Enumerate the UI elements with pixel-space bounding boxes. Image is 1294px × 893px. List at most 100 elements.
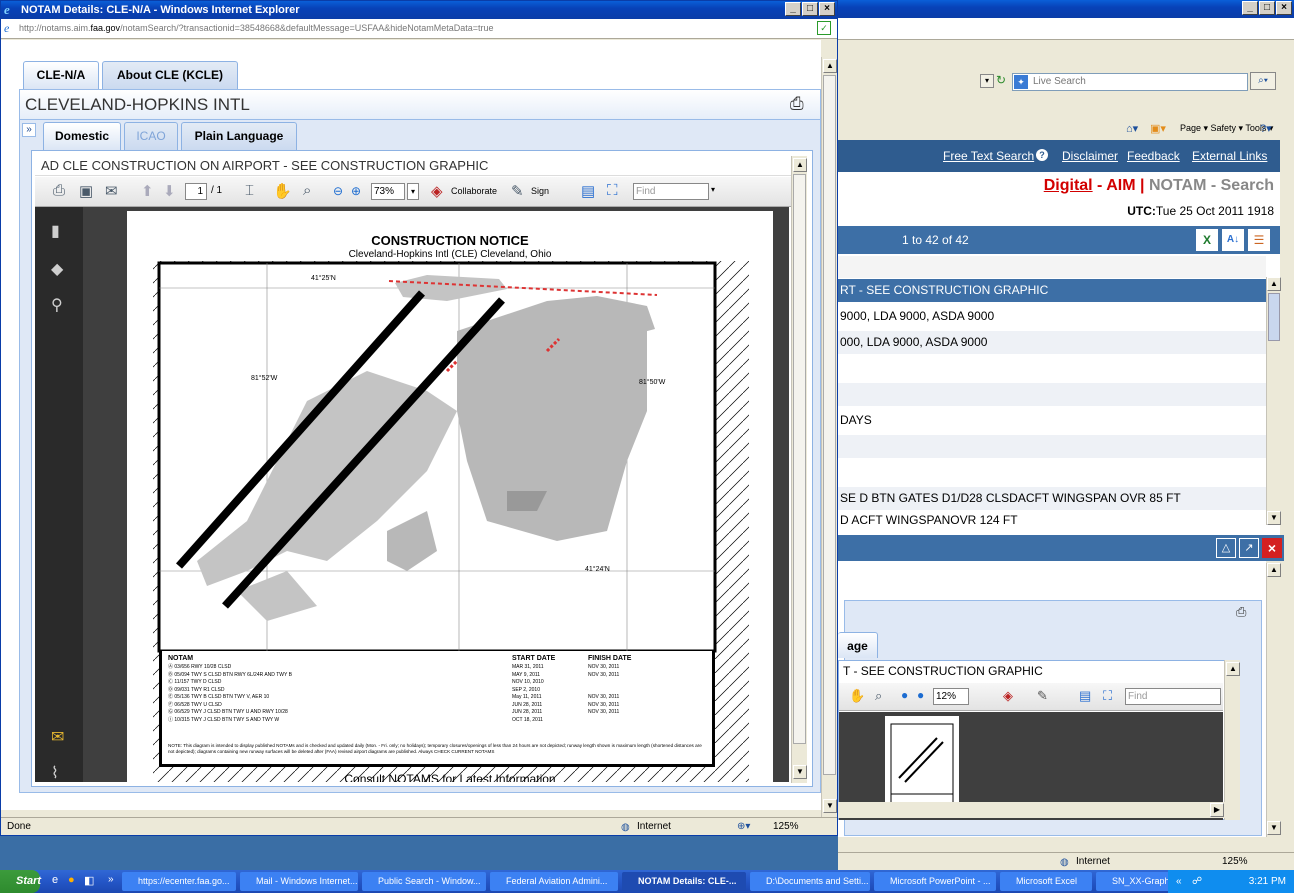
result-row[interactable] [838,435,1266,458]
result-row[interactable]: SE D BTN GATES D1/D28 CLSDACFT WINGSPAN … [838,487,1266,510]
clock[interactable]: 3:21 PM [1249,876,1286,887]
layers-icon[interactable]: ◆ [51,259,63,279]
back-zoom-level[interactable]: 125% [1222,853,1248,870]
print-icon[interactable]: ⎙ [53,182,65,199]
paperclip-icon[interactable]: ⌇ [51,763,59,783]
back-address-bar[interactable] [838,18,1294,40]
tab-icao[interactable]: ICAO [124,122,178,150]
scroll-up-icon[interactable]: ▲ [823,59,837,73]
zoom-out-icon[interactable]: ● [901,688,908,702]
sign-icon[interactable]: ✎ [1037,688,1048,704]
tray-expand-icon[interactable]: « [1176,870,1182,893]
quick-launch-ie-icon[interactable]: e [52,874,58,886]
collaborate-icon[interactable]: ◈ [1003,688,1013,704]
zoom-tool-icon[interactable]: ⌕ [303,182,311,199]
hand-tool-icon[interactable]: ✋ [849,688,865,704]
taskbar-button[interactable]: SN_XX-Graphical NOTA... [1096,872,1170,891]
columns-icon[interactable]: ☰ [1248,229,1270,251]
save-icon[interactable]: ▣ [79,182,93,200]
help-circle-icon[interactable]: ? [1036,149,1048,161]
quick-launch-more-icon[interactable]: » [108,874,114,885]
scroll-up-icon[interactable]: ▲ [793,158,807,172]
search-icon[interactable]: ⌕▾ [1250,72,1276,90]
tray-network-icon[interactable]: ☍ [1192,870,1202,893]
print-icon[interactable]: ⎙ [1236,604,1246,620]
dropdown-icon[interactable]: ▾ [980,74,994,88]
comments-icon[interactable]: ✉ [51,727,64,747]
disclaimer-link[interactable]: Disclaimer [1062,149,1118,163]
taskbar-button[interactable]: Microsoft PowerPoint - ... [874,872,996,891]
zoom-dropdown-icon[interactable]: ▾ [407,183,419,200]
back-zoom-field[interactable]: 12% [933,688,969,705]
taskbar-button[interactable]: Federal Aviation Admini... [490,872,618,891]
taskbar-button[interactable]: Mail - Windows Internet... [240,872,358,891]
sort-icon[interactable]: A↓ [1222,229,1244,251]
quick-launch-desktop-icon[interactable]: ◧ [84,874,94,887]
next-page-icon[interactable]: ⬇ [163,182,176,200]
pdf-scrollbar[interactable]: ▲ ▼ [791,156,807,783]
feedback-link[interactable]: Feedback [1127,149,1180,163]
result-row[interactable]: 000, LDA 9000, ASDA 9000 [838,331,1266,354]
scroll-up-icon[interactable]: ▲ [1226,662,1240,676]
close-icon[interactable]: × [1276,1,1292,15]
result-row[interactable] [838,383,1266,406]
sign-button[interactable]: Sign [531,186,549,196]
zoom-tool-icon[interactable]: ⌕ [875,688,882,704]
quick-launch-firefox-icon[interactable]: ● [68,874,75,886]
expand-icon[interactable]: » [22,123,36,137]
back-window-titlebar[interactable]: _ □ × [838,0,1294,18]
protected-mode-icon[interactable]: ⊕▾ [737,818,750,835]
close-detail-icon[interactable]: × [1262,538,1282,558]
zoom-level[interactable]: 125% [773,818,799,835]
page-number-field[interactable]: 1 [185,183,207,200]
scroll-thumb[interactable] [793,174,806,744]
scroll-thumb[interactable] [823,75,836,775]
external-links-link[interactable]: External Links [1192,149,1267,163]
collaborate-button[interactable]: Collaborate [451,186,497,196]
attachments-icon[interactable]: ⚲ [51,295,63,315]
fullscreen-icon[interactable]: ⛶ [607,182,618,199]
free-text-search-link[interactable]: Free Text Search [943,149,1034,163]
feeds-icon[interactable]: ▣▾ [1150,122,1166,135]
security-icon[interactable]: ✓ [817,21,831,35]
zoom-in-icon[interactable]: ⊕ [351,184,361,198]
address-bar[interactable]: e http://notams.aim.faa.gov/notamSearch/… [1,19,837,39]
hand-tool-icon[interactable]: ✋ [273,182,292,200]
print-icon[interactable]: ⎙ [790,94,804,114]
scroll-down-icon[interactable]: ▼ [1267,511,1281,525]
scroll-down-icon[interactable]: ▼ [793,765,807,779]
fit-page-icon[interactable]: ▤ [1079,688,1091,704]
tab-domestic[interactable]: Domestic [43,122,121,150]
live-search-input[interactable]: Live Search [1012,73,1248,91]
close-icon[interactable]: × [819,2,835,16]
select-tool-icon[interactable]: ⌶ [245,182,254,199]
collapse-icon[interactable]: △ [1216,538,1236,558]
taskbar-button[interactable]: https://ecenter.faa.go... [122,872,236,891]
taskbar-button[interactable]: D:\Documents and Setti... [750,872,870,891]
detail-scrollbar[interactable]: ▲ ▼ [1266,563,1281,837]
scroll-up-icon[interactable]: ▲ [1267,277,1281,291]
result-row[interactable]: DAYS [838,409,1266,432]
taskbar-button[interactable]: NOTAM Details: CLE-... [622,872,746,891]
prev-page-icon[interactable]: ⬆ [141,182,154,200]
zoom-in-icon[interactable]: ● [917,688,924,702]
help-icon[interactable]: ?▾ [1260,122,1272,135]
sign-icon[interactable]: ✎ [511,182,524,200]
result-row[interactable]: 9000, LDA 9000, ASDA 9000 [838,305,1266,328]
back-pdf-hscroll[interactable]: ▶ [838,802,1240,818]
result-row[interactable] [838,357,1266,380]
window-titlebar[interactable]: e NOTAM Details: CLE-N/A - Windows Inter… [1,1,837,19]
maximize-icon[interactable]: □ [802,2,818,16]
collaborate-icon[interactable]: ◈ [431,182,443,200]
find-dropdown-icon[interactable]: ▾ [711,185,715,194]
back-find-field[interactable]: Find [1125,688,1221,705]
zoom-out-icon[interactable]: ⊖ [333,184,343,198]
result-row[interactable]: D ACFT WINGSPANOVR 124 FT [838,513,1266,525]
tab-cle-na[interactable]: CLE-N/A [23,61,99,89]
page-scrollbar[interactable]: ▲ ▼ [821,57,837,817]
result-row[interactable] [838,461,1266,484]
taskbar-button[interactable]: Microsoft Excel [1000,872,1092,891]
zoom-field[interactable]: 73% [371,183,405,200]
results-scrollbar[interactable]: ▲ ▼ [1266,277,1281,525]
scroll-down-icon[interactable]: ▼ [823,799,837,813]
